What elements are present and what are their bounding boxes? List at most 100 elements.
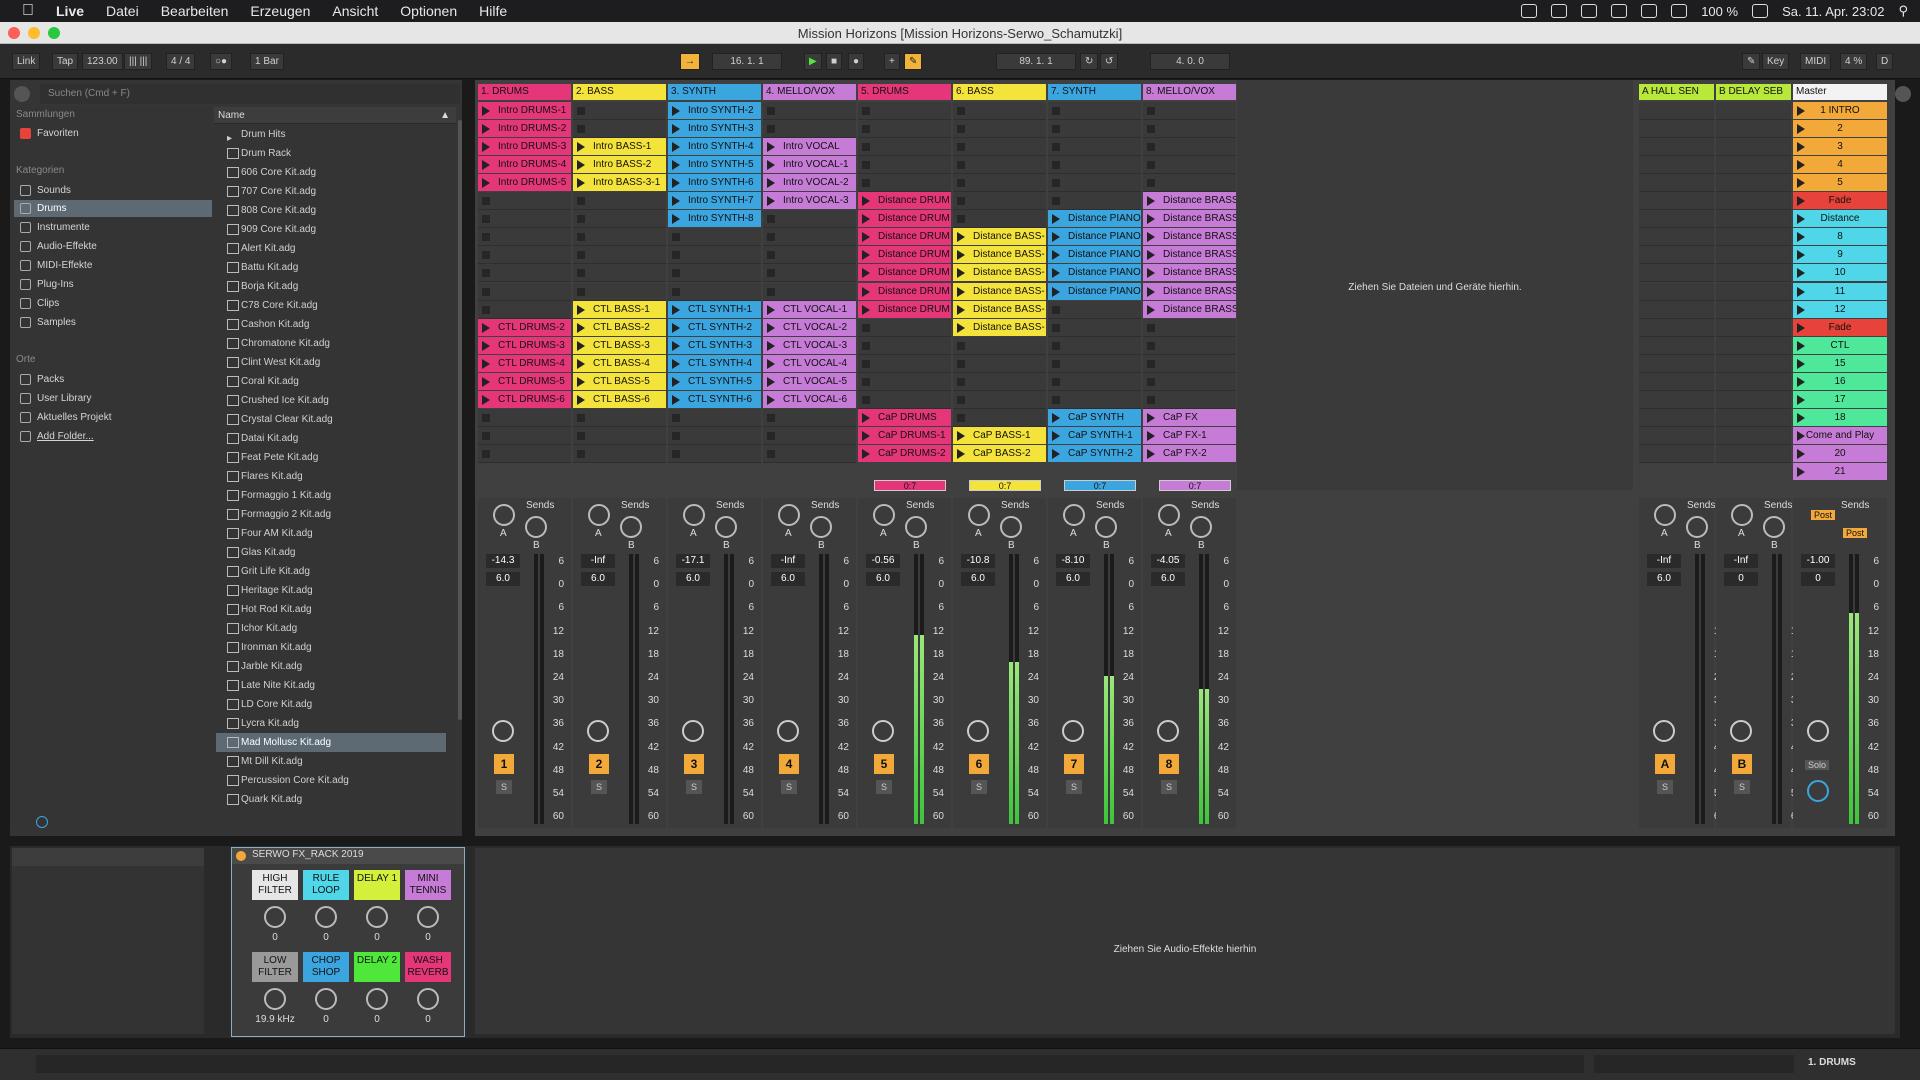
clip-launch-icon[interactable] [862, 430, 870, 441]
track-activator-button[interactable]: 8 [1159, 754, 1179, 774]
empty-clip-slot[interactable] [953, 372, 1046, 391]
stop-clip-icon[interactable] [1052, 143, 1060, 152]
clip-slot[interactable]: Intro DRUMS-2 [478, 120, 571, 138]
clip-launch-icon[interactable] [862, 232, 870, 243]
stop-clip-icon[interactable] [862, 161, 870, 170]
scene-play-icon[interactable] [1797, 304, 1805, 315]
scene-play-icon[interactable] [1797, 250, 1805, 261]
stop-clip-icon[interactable] [1052, 341, 1060, 350]
track-header[interactable]: 2. BASS [573, 84, 666, 100]
stop-clip-icon[interactable] [957, 125, 965, 134]
clip-launch-icon[interactable] [672, 376, 680, 387]
clip-launch-icon[interactable] [482, 160, 490, 171]
menu-bearbeiten[interactable]: Bearbeiten [161, 3, 229, 19]
clip-slot[interactable]: Intro SYNTH-2 [668, 102, 761, 119]
empty-clip-slot[interactable] [478, 408, 571, 427]
clip-slot[interactable]: Distance DRUM [858, 282, 951, 300]
track-activator-button[interactable]: 1 [494, 754, 514, 774]
send-b-knob[interactable] [715, 516, 737, 538]
empty-clip-slot[interactable] [478, 246, 571, 265]
stop-clip-icon[interactable] [577, 215, 585, 224]
clip-slot[interactable]: Intro SYNTH-3 [668, 120, 761, 138]
clip-slot[interactable]: CTL VOCAL-1 [763, 300, 856, 318]
scene-launch-button[interactable]: 8 [1793, 228, 1887, 246]
stop-clip-icon[interactable] [672, 233, 680, 242]
browser-search-input[interactable]: Suchen (Cmd + F) [40, 84, 460, 104]
empty-clip-slot[interactable] [478, 300, 571, 319]
browser-scrollbar[interactable] [458, 120, 462, 720]
sidebar-item-user-library[interactable]: User Library [14, 390, 212, 407]
stop-clip-icon[interactable] [482, 413, 490, 422]
browser-file-item[interactable]: LD Core Kit.adg [216, 695, 446, 714]
clip-slot[interactable]: Intro DRUMS-5 [478, 174, 571, 192]
loop-length-field[interactable]: 4. 0. 0 [1150, 53, 1230, 70]
clip-launch-icon[interactable] [862, 214, 870, 225]
sidebar-item-current-project[interactable]: Aktuelles Projekt [14, 409, 212, 426]
browser-file-item[interactable]: Jarble Kit.adg [216, 657, 446, 676]
solo-cue-button[interactable]: Solo [1805, 760, 1830, 770]
clip-slot[interactable]: CTL SYNTH-4 [668, 354, 761, 372]
stop-clip-icon[interactable] [957, 413, 965, 422]
empty-clip-slot[interactable] [573, 120, 666, 139]
stop-clip-icon[interactable] [1147, 323, 1155, 332]
clip-launch-icon[interactable] [1052, 268, 1060, 279]
cue-volume-knob[interactable] [1807, 780, 1829, 802]
clip-slot[interactable]: Distance DRUM [858, 246, 951, 264]
menu-ansicht[interactable]: Ansicht [332, 3, 378, 19]
empty-clip-slot[interactable] [668, 228, 761, 247]
metronome-button[interactable]: ○● [210, 53, 233, 70]
clip-slot[interactable]: CTL VOCAL-5 [763, 372, 856, 390]
volume-readout[interactable]: -4.05 [1151, 554, 1185, 568]
master-pan-knob[interactable] [1807, 720, 1829, 742]
browser-file-item[interactable]: C78 Core Kit.adg [216, 296, 446, 315]
clip-launch-icon[interactable] [767, 160, 775, 171]
empty-clip-slot[interactable] [573, 228, 666, 247]
send-b-knob[interactable] [810, 516, 832, 538]
empty-clip-slot[interactable] [668, 246, 761, 265]
macro-knob[interactable] [264, 988, 286, 1010]
empty-clip-slot[interactable] [1143, 354, 1236, 373]
return-track-header[interactable]: A HALL SEN [1639, 84, 1714, 100]
scene-play-icon[interactable] [1797, 394, 1805, 405]
clip-slot[interactable]: Distance BASS- [953, 318, 1046, 336]
clip-launch-icon[interactable] [482, 124, 490, 135]
clip-slot[interactable]: CTL VOCAL-2 [763, 318, 856, 336]
empty-clip-slot[interactable] [858, 390, 951, 409]
scene-play-icon[interactable] [1797, 467, 1805, 477]
stop-clip-icon[interactable] [577, 197, 585, 206]
empty-clip-slot[interactable] [573, 444, 666, 463]
master-track-header[interactable]: Master [1793, 84, 1887, 100]
macro-knob[interactable] [417, 906, 439, 928]
send-b-knob[interactable] [1095, 516, 1117, 538]
clip-slot[interactable]: CTL SYNTH-6 [668, 390, 761, 408]
clip-launch-icon[interactable] [482, 358, 490, 369]
browser-file-item[interactable]: Feat Pete Kit.adg [216, 448, 446, 467]
status-icon[interactable] [1611, 4, 1628, 18]
stop-clip-icon[interactable] [957, 107, 965, 115]
battery-percent[interactable]: 100 % [1701, 4, 1738, 19]
macro-label-button[interactable]: DELAY 1 [354, 870, 400, 900]
browser-file-item[interactable]: Heritage Kit.adg [216, 581, 446, 600]
browser-file-item[interactable]: Quark Kit.adg [216, 790, 446, 809]
drop-zone[interactable]: Ziehen Sie Dateien und Geräte hierhin. [1237, 80, 1633, 490]
clip-launch-icon[interactable] [1052, 250, 1060, 261]
stop-clip-icon[interactable] [862, 377, 870, 386]
punch-in-button[interactable]: ↻ [1080, 53, 1099, 70]
browser-file-item[interactable]: Drum Rack [216, 144, 446, 163]
send-a-knob[interactable] [873, 504, 895, 526]
clip-slot[interactable]: Intro BASS-2 [573, 156, 666, 174]
stop-clip-icon[interactable] [767, 269, 775, 278]
stop-clip-icon[interactable] [482, 233, 490, 242]
status-icon[interactable] [1521, 4, 1538, 18]
track-activator-button[interactable]: 4 [779, 754, 799, 774]
stop-clip-icon[interactable] [767, 431, 775, 440]
empty-clip-slot[interactable] [1048, 372, 1141, 391]
clock[interactable]: Sa. 11. Apr. 23:02 [1782, 4, 1884, 19]
clip-launch-icon[interactable] [862, 412, 870, 423]
rack-power-icon[interactable] [236, 851, 246, 861]
browser-file-item[interactable]: 606 Core Kit.adg [216, 163, 446, 182]
scene-launch-button[interactable]: 1 INTRO [1793, 102, 1887, 119]
stop-clip-icon[interactable] [862, 143, 870, 152]
clip-launch-icon[interactable] [1147, 448, 1155, 459]
clip-slot[interactable]: Intro VOCAL-3 [763, 192, 856, 210]
